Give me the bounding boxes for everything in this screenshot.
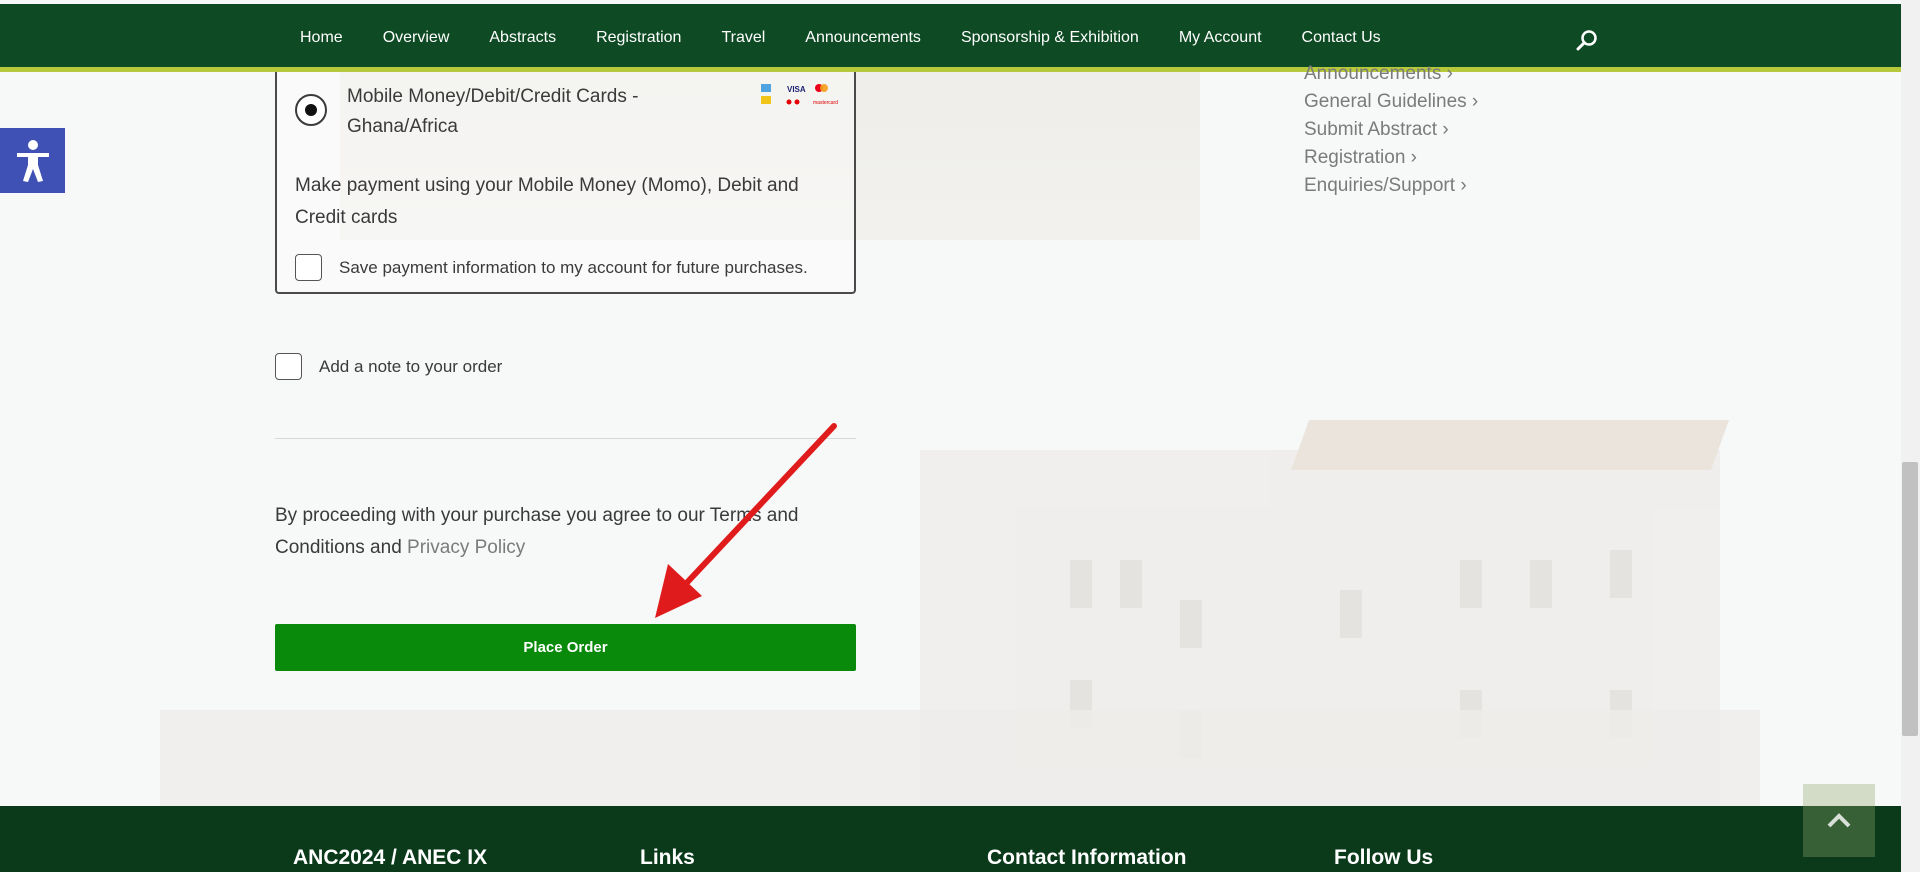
nav-abstracts[interactable]: Abstracts (469, 4, 576, 72)
payment-method-description: Make payment using your Mobile Money (Mo… (295, 175, 799, 228)
accessibility-button[interactable] (0, 128, 65, 193)
scrollbar-thumb[interactable] (1902, 462, 1918, 736)
scrollbar-track[interactable] (1901, 0, 1920, 872)
privacy-policy-link[interactable]: Privacy Policy (407, 537, 525, 558)
footer-heading-follow-us: Follow Us (1334, 846, 1434, 869)
top-navigation-bar: Home Overview Abstracts Registration Tra… (0, 4, 1901, 72)
footer-heading-links: Links (640, 846, 695, 869)
search-icon[interactable] (1576, 29, 1598, 51)
save-payment-label: Save payment information to my account f… (339, 257, 808, 277)
building-window (1070, 680, 1092, 728)
chevron-up-icon (1827, 812, 1851, 827)
building-window (1340, 590, 1362, 638)
nav-announcements[interactable]: Announcements (785, 4, 941, 72)
sidebar-link-announcements[interactable]: Announcements › (1304, 60, 1478, 88)
building-window (1610, 690, 1632, 738)
building-window (1460, 690, 1482, 738)
sidebar-link-enquiries-support[interactable]: Enquiries/Support › (1304, 172, 1478, 200)
sidebar-link-registration[interactable]: Registration › (1304, 144, 1478, 172)
building-window (1070, 560, 1092, 608)
nav-home[interactable]: Home (280, 4, 363, 72)
payment-method-title: Mobile Money/Debit/Credit Cards - Ghana/… (347, 86, 639, 137)
sidebar-links: Announcements › General Guidelines › Sub… (1304, 60, 1478, 200)
accessibility-icon (16, 139, 49, 182)
nav-registration[interactable]: Registration (576, 4, 701, 72)
nav-travel[interactable]: Travel (701, 4, 785, 72)
background-lower (160, 710, 1760, 806)
terms-notice: By proceeding with your purchase you agr… (275, 500, 860, 564)
building-window (1180, 710, 1202, 758)
place-order-button[interactable]: Place Order (275, 624, 856, 671)
building-window (1530, 560, 1552, 608)
building-roof (1290, 420, 1730, 470)
order-note-row[interactable]: Add a note to your order (275, 353, 502, 380)
background-building (920, 420, 1730, 806)
building-window (1180, 600, 1202, 648)
payment-method-radio[interactable] (295, 94, 327, 126)
nav-my-account[interactable]: My Account (1159, 4, 1282, 72)
building-window (1120, 560, 1142, 608)
divider (275, 438, 856, 439)
nav-sponsorship[interactable]: Sponsorship & Exhibition (941, 4, 1159, 72)
svg-text:VISA: VISA (787, 85, 806, 94)
order-note-checkbox[interactable] (275, 353, 302, 380)
save-payment-row[interactable]: Save payment information to my account f… (295, 254, 808, 281)
main-nav: Home Overview Abstracts Registration Tra… (280, 4, 1401, 72)
building-window (1460, 560, 1482, 608)
order-note-label: Add a note to your order (319, 356, 503, 376)
sidebar-link-general-guidelines[interactable]: General Guidelines › (1304, 88, 1478, 116)
svg-text:mastercard: mastercard (813, 100, 838, 106)
building-window (1610, 550, 1632, 598)
payment-method-box: Mobile Money/Debit/Credit Cards - Ghana/… (275, 72, 856, 294)
save-payment-checkbox[interactable] (295, 254, 322, 281)
payment-logos-icon: VISA mastercard (761, 84, 838, 106)
back-to-top-button[interactable] (1803, 784, 1875, 857)
nav-overview[interactable]: Overview (363, 4, 470, 72)
terms-text: By proceeding with your purchase you agr… (275, 505, 799, 558)
footer-heading-contact: Contact Information (987, 846, 1187, 869)
sidebar-link-submit-abstract[interactable]: Submit Abstract › (1304, 116, 1478, 144)
footer-heading-anc2024: ANC2024 / ANEC IX (293, 846, 488, 869)
footer: ANC2024 / ANEC IX Links Contact Informat… (0, 806, 1920, 872)
